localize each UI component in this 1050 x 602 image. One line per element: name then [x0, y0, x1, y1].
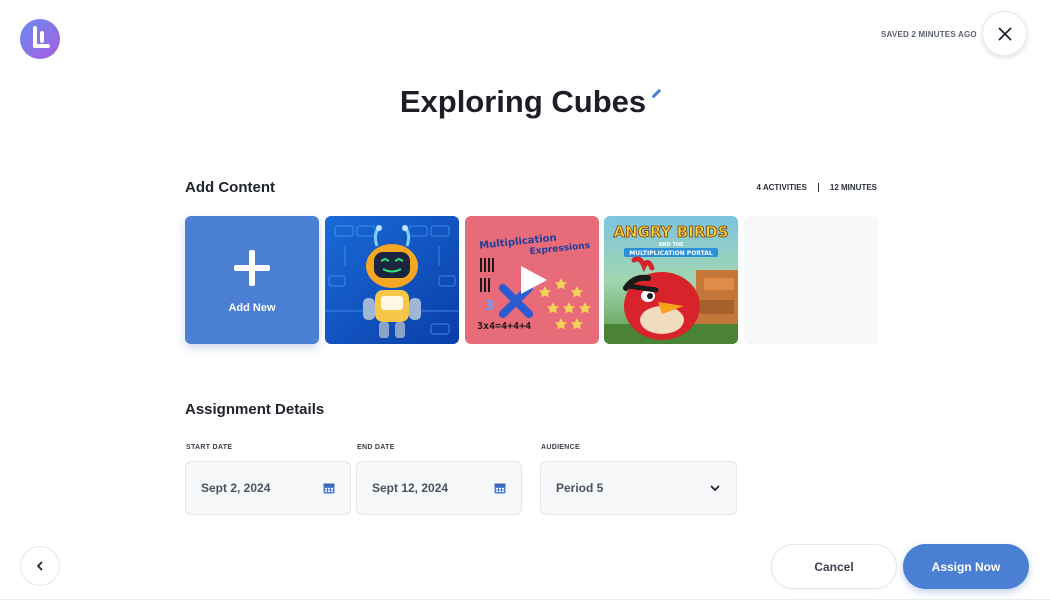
- start-date-label: START DATE: [186, 444, 233, 451]
- game-subtitle: MULTIPLICATION PORTAL: [629, 250, 713, 257]
- audience-label: AUDIENCE: [541, 444, 580, 451]
- angry-bird-thumbnail: ANGRY BIRDS AND THE MULTIPLICATION PORTA…: [604, 216, 738, 344]
- app-logo[interactable]: [20, 19, 60, 59]
- edit-title-button[interactable]: [650, 87, 663, 100]
- summary-divider: [817, 183, 819, 192]
- empty-content-slot: [744, 216, 878, 344]
- svg-text:AND THE: AND THE: [659, 242, 685, 248]
- activity-card-angry-birds[interactable]: ANGRY BIRDS AND THE MULTIPLICATION PORTA…: [604, 216, 738, 344]
- add-content-heading: Add Content: [185, 179, 275, 196]
- add-new-content-button[interactable]: Add New: [185, 216, 319, 344]
- pencil-icon: [652, 88, 662, 98]
- video-equation: 3x4=4+4+4: [477, 321, 531, 332]
- calendar-icon[interactable]: [323, 482, 335, 494]
- svg-text:ANGRY BIRDS: ANGRY BIRDS: [613, 223, 728, 241]
- start-date-field[interactable]: Sept 2, 2024: [185, 461, 351, 515]
- back-button[interactable]: [20, 546, 60, 586]
- add-new-label: Add New: [228, 302, 276, 314]
- end-date-field[interactable]: Sept 12, 2024: [356, 461, 522, 515]
- svg-text:3: 3: [485, 299, 494, 314]
- end-date-value: Sept 12, 2024: [372, 481, 449, 495]
- calendar-icon[interactable]: [494, 482, 506, 494]
- saved-status: SAVED 2 MINUTES AGO: [881, 30, 977, 39]
- chevron-left-icon: [37, 561, 43, 571]
- end-date-label: END DATE: [357, 444, 395, 451]
- game-subtitle-top: AND THE: [659, 242, 685, 248]
- activities-count: 4 ACTIVITIES: [756, 183, 807, 192]
- title-area: Exploring Cubes: [0, 84, 1050, 120]
- logo-icon: [20, 19, 60, 59]
- svg-text:MULTIPLICATION PORTAL: MULTIPLICATION PORTAL: [629, 250, 713, 257]
- start-date-value: Sept 2, 2024: [201, 481, 271, 495]
- game-title: ANGRY BIRDS: [613, 223, 728, 241]
- page-title[interactable]: Exploring Cubes: [400, 84, 646, 120]
- total-duration: 12 MINUTES: [829, 183, 877, 192]
- audience-select[interactable]: Period 5: [540, 461, 737, 515]
- chevron-down-icon: [710, 485, 720, 491]
- cancel-button[interactable]: Cancel: [771, 544, 897, 589]
- bottom-divider: [0, 599, 1050, 600]
- close-button[interactable]: [982, 11, 1027, 56]
- assign-now-button[interactable]: Assign Now: [903, 544, 1029, 589]
- activity-card-robot[interactable]: [325, 216, 459, 344]
- assignment-details-heading: Assignment Details: [185, 401, 325, 418]
- audience-value: Period 5: [556, 481, 604, 495]
- svg-text:3x4=4+4+4: 3x4=4+4+4: [477, 321, 531, 332]
- activity-card-video[interactable]: 3 Expressions Multiplication 3x4=4+4+4: [465, 216, 599, 344]
- multiplication-video-thumbnail: 3 Expressions Multiplication 3x4=4+4+4: [465, 216, 599, 344]
- content-summary: 4 ACTIVITIES 12 MINUTES: [756, 183, 877, 192]
- robot-game-thumbnail: [325, 216, 459, 344]
- close-icon: [998, 27, 1011, 40]
- plus-icon: [234, 250, 270, 286]
